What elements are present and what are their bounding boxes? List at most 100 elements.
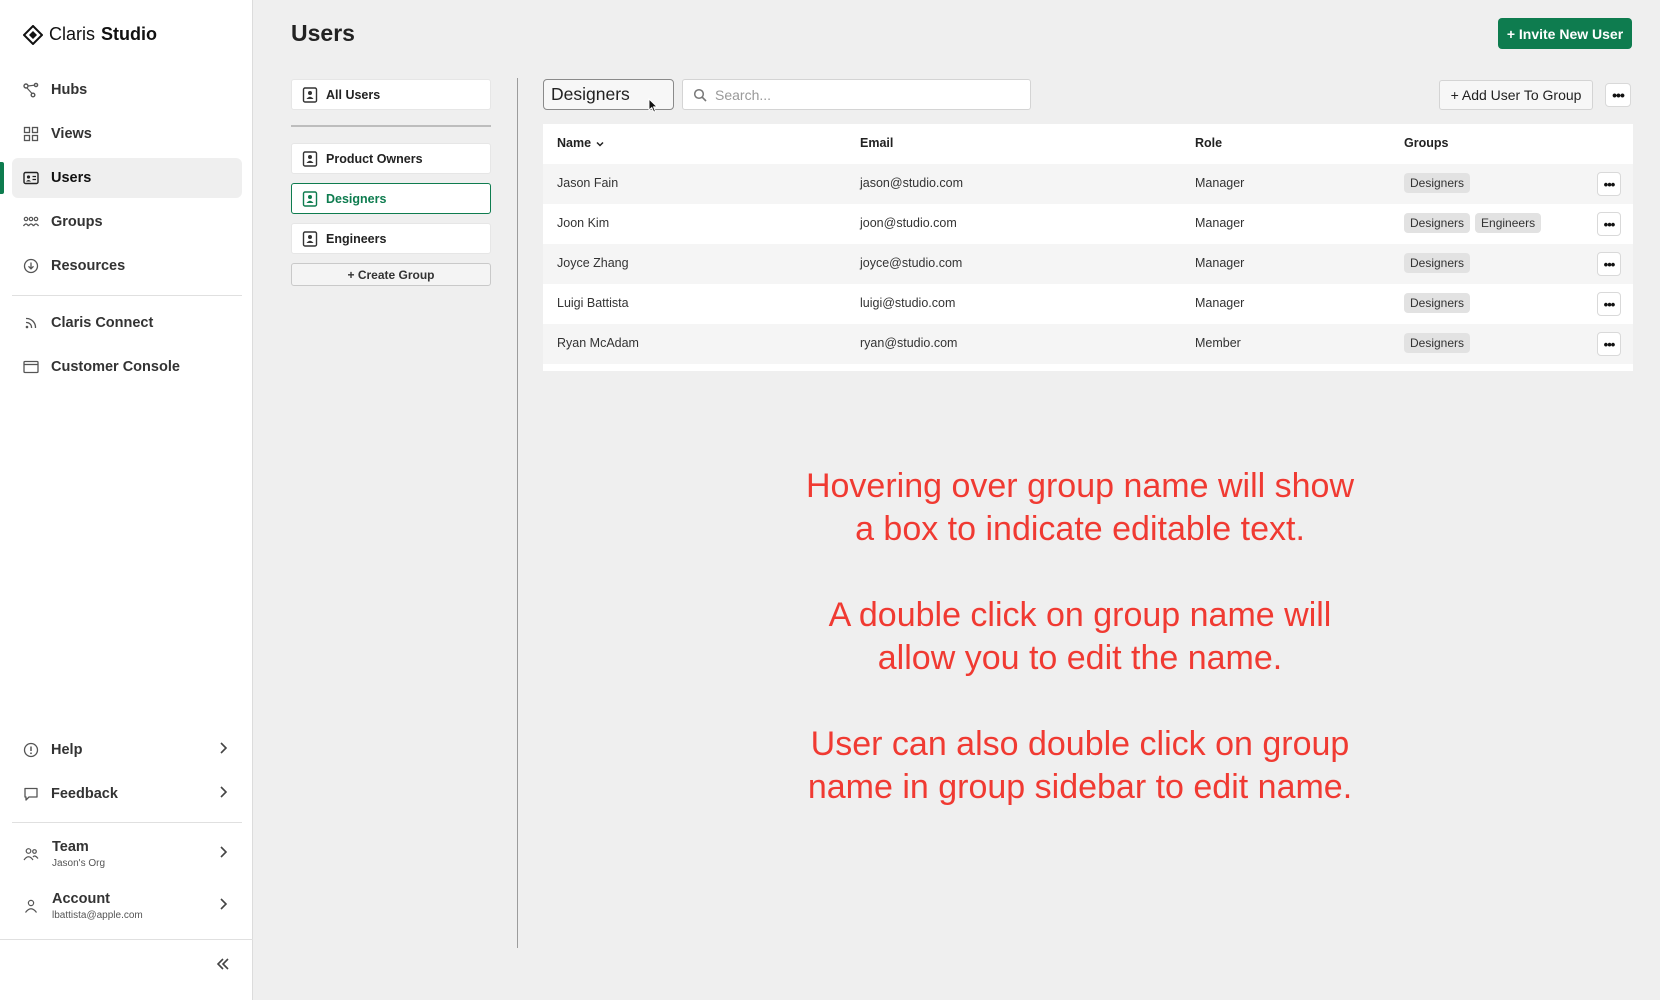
sidebar-item-resources[interactable]: Resources — [12, 246, 242, 286]
group-tag[interactable]: Designers — [1404, 293, 1471, 313]
sidebar-item-account[interactable]: Account lbattista@apple.com — [12, 883, 242, 929]
claris-logo[interactable]: Claris Studio — [23, 24, 157, 45]
group-tag[interactable]: Designers — [1404, 173, 1471, 193]
download-icon — [23, 258, 39, 274]
sidebar-item-groups[interactable]: Groups — [12, 202, 242, 242]
user-email: luigi@studio.com — [860, 296, 956, 310]
team-icon — [23, 846, 39, 862]
design-annotation: Hovering over group name will show a box… — [800, 465, 1360, 852]
mouse-cursor-icon — [648, 98, 658, 113]
people-icon — [23, 214, 39, 230]
sidebar-item-label: Resources — [51, 258, 126, 274]
group-item-all-users[interactable]: All Users — [291, 79, 491, 110]
group-tag[interactable]: Designers — [1404, 333, 1471, 353]
invite-new-user-button[interactable]: + Invite New User — [1498, 18, 1632, 49]
team-org: Jason's Org — [52, 858, 106, 869]
user-name: Joon Kim — [557, 216, 610, 230]
user-name: Joyce Zhang — [557, 256, 629, 270]
user-role: Manager — [1195, 216, 1245, 230]
brand-bold: Studio — [101, 24, 158, 44]
sidebar-divider — [12, 822, 242, 823]
user-email: jason@studio.com — [860, 176, 964, 190]
row-more-button[interactable]: ••• — [1597, 172, 1621, 196]
table-row[interactable]: Luigi Battista luigi@studio.com Manager Des… — [543, 284, 1633, 324]
account-label: Account — [52, 891, 110, 907]
row-more-button[interactable]: ••• — [1597, 252, 1621, 276]
more-options-button[interactable]: ••• — [1605, 83, 1631, 107]
create-group-button[interactable]: + Create Group — [291, 263, 491, 286]
user-role: Member — [1195, 336, 1241, 350]
table-row[interactable]: Ryan McAdam ryan@studio.com Member Designer… — [543, 324, 1633, 364]
sidebar-item-claris-connect[interactable]: Claris Connect — [12, 303, 242, 343]
id-card-icon — [302, 86, 318, 103]
brand-light: Claris — [49, 24, 96, 44]
column-header-role[interactable]: Role — [1195, 136, 1222, 150]
row-more-button[interactable]: ••• — [1597, 212, 1621, 236]
sidebar-item-hubs[interactable]: Hubs — [12, 70, 242, 110]
user-groups: Designers — [1404, 333, 1475, 353]
group-item-label: Engineers — [326, 231, 387, 246]
search-input[interactable] — [715, 86, 1015, 103]
sidebar-item-feedback[interactable]: Feedback — [12, 774, 242, 814]
row-more-button[interactable]: ••• — [1597, 332, 1621, 356]
chevron-right-icon — [216, 785, 230, 803]
group-item-designers[interactable]: Designers — [291, 183, 491, 214]
row-more-button[interactable]: ••• — [1597, 292, 1621, 316]
sidebar-item-label: Claris Connect — [51, 315, 154, 331]
account-email: lbattista@apple.com — [52, 910, 143, 921]
sidebar-item-views[interactable]: Views — [12, 114, 242, 154]
sidebar-divider — [12, 295, 242, 296]
group-item-label: Designers — [326, 191, 387, 206]
user-name: Ryan McAdam — [557, 336, 639, 350]
table-header: Name Email Role Groups — [543, 124, 1633, 164]
group-item-engineers[interactable]: Engineers — [291, 223, 491, 254]
group-tag[interactable]: Designers — [1404, 253, 1471, 273]
table-row[interactable]: Joon Kim joon@studio.com Manager Designers E… — [543, 204, 1633, 244]
group-item-product-owners[interactable]: Product Owners — [291, 143, 491, 174]
team-label: Team — [52, 839, 89, 855]
sidebar-item-label: Views — [51, 126, 92, 142]
sidebar-item-label: Help — [51, 742, 83, 758]
sidebar-item-users[interactable]: Users — [12, 158, 242, 198]
add-user-to-group-button[interactable]: + Add User To Group — [1439, 80, 1593, 110]
table-row[interactable]: Jason Fain jason@studio.com Manager Designe… — [543, 164, 1633, 204]
hubs-icon — [23, 82, 39, 98]
sidebar-divider — [0, 939, 253, 940]
id-card-icon — [302, 190, 318, 207]
user-role: Manager — [1195, 256, 1245, 270]
column-header-label: Name — [557, 136, 592, 150]
user-name: Jason Fain — [557, 176, 619, 190]
chevron-down-icon — [596, 141, 604, 147]
id-card-icon — [302, 230, 318, 247]
message-icon — [23, 786, 39, 802]
column-header-email[interactable]: Email — [860, 136, 893, 150]
sidebar: Claris Studio Hubs Views Users Groups Res… — [0, 0, 253, 1000]
group-tag[interactable]: Designers — [1404, 213, 1471, 233]
sidebar-item-label: Feedback — [51, 786, 118, 802]
user-role: Manager — [1195, 176, 1245, 190]
sidebar-item-customer-console[interactable]: Customer Console — [12, 347, 242, 387]
chevron-right-icon — [216, 897, 230, 915]
group-tag[interactable]: Engineers — [1475, 213, 1542, 233]
rss-icon — [23, 315, 39, 331]
claris-logo-icon — [23, 24, 43, 45]
sidebar-item-help[interactable]: Help — [12, 730, 242, 770]
user-email: ryan@studio.com — [860, 336, 958, 350]
user-name: Luigi Battista — [557, 296, 629, 310]
table-row[interactable]: Joyce Zhang joyce@studio.com Manager Design… — [543, 244, 1633, 284]
window-icon — [23, 359, 39, 375]
column-header-groups[interactable]: Groups — [1404, 136, 1448, 150]
page-title: Users — [291, 20, 355, 46]
search-box[interactable] — [682, 79, 1031, 110]
sidebar-item-label: Groups — [51, 214, 103, 230]
sidebar-item-label: Customer Console — [51, 359, 180, 375]
column-divider — [517, 78, 518, 948]
person-icon — [23, 898, 39, 914]
sidebar-item-team[interactable]: Team Jason's Org — [12, 831, 242, 877]
annotation-paragraph: A double click on group name will allow … — [828, 596, 1332, 677]
column-header-name[interactable]: Name — [557, 136, 605, 150]
group-separator — [291, 125, 491, 127]
annotation-paragraph: Hovering over group name will show a box… — [805, 467, 1355, 548]
group-item-label: All Users — [326, 87, 381, 102]
collapse-sidebar-icon[interactable] — [214, 955, 232, 978]
